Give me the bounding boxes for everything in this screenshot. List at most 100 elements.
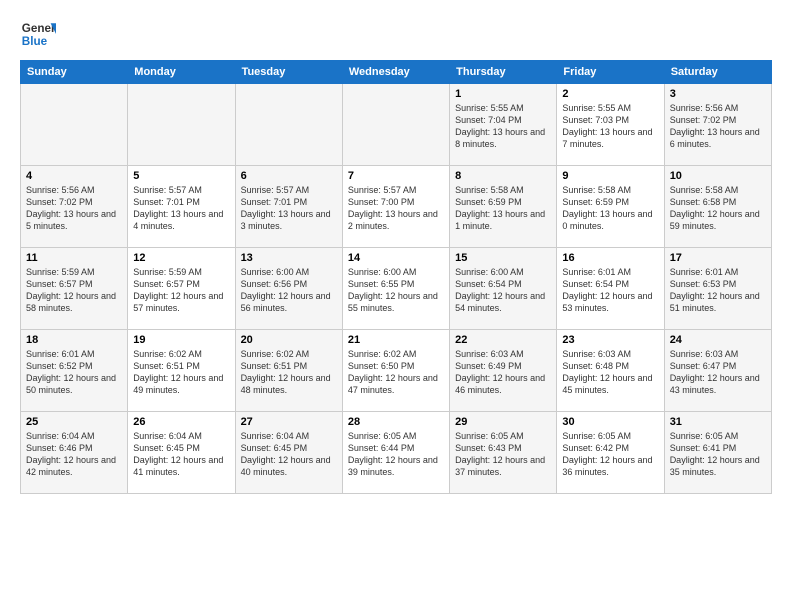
calendar-cell: 30 Sunrise: 6:05 AM Sunset: 6:42 PM Dayl… — [557, 412, 664, 494]
day-number: 2 — [562, 88, 658, 100]
calendar-cell: 11 Sunrise: 5:59 AM Sunset: 6:57 PM Dayl… — [21, 248, 128, 330]
sunrise: Sunrise: 6:03 AM — [670, 349, 739, 359]
day-number: 29 — [455, 416, 551, 428]
day-number: 10 — [670, 170, 766, 182]
sunrise: Sunrise: 6:05 AM — [348, 431, 417, 441]
day-info: Sunrise: 5:58 AM Sunset: 6:59 PM Dayligh… — [455, 184, 551, 233]
daylight: Daylight: 12 hours and 55 minutes. — [348, 291, 438, 313]
daylight: Daylight: 12 hours and 42 minutes. — [26, 455, 116, 477]
day-info: Sunrise: 6:02 AM Sunset: 6:51 PM Dayligh… — [133, 348, 229, 397]
sunrise: Sunrise: 5:58 AM — [670, 185, 739, 195]
svg-text:General: General — [22, 22, 56, 35]
daylight: Daylight: 12 hours and 50 minutes. — [26, 373, 116, 395]
daylight: Daylight: 12 hours and 41 minutes. — [133, 455, 223, 477]
calendar-cell — [342, 84, 449, 166]
sunrise: Sunrise: 6:04 AM — [241, 431, 310, 441]
day-info: Sunrise: 6:02 AM Sunset: 6:50 PM Dayligh… — [348, 348, 444, 397]
sunrise: Sunrise: 5:57 AM — [348, 185, 417, 195]
sunset: Sunset: 7:02 PM — [670, 115, 737, 125]
calendar-week-row: 1 Sunrise: 5:55 AM Sunset: 7:04 PM Dayli… — [21, 84, 772, 166]
day-number: 24 — [670, 334, 766, 346]
daylight: Daylight: 12 hours and 49 minutes. — [133, 373, 223, 395]
day-number: 11 — [26, 252, 122, 264]
daylight: Daylight: 12 hours and 45 minutes. — [562, 373, 652, 395]
calendar-table: SundayMondayTuesdayWednesdayThursdayFrid… — [20, 60, 772, 494]
day-info: Sunrise: 5:56 AM Sunset: 7:02 PM Dayligh… — [26, 184, 122, 233]
day-info: Sunrise: 6:01 AM Sunset: 6:54 PM Dayligh… — [562, 266, 658, 315]
daylight: Daylight: 13 hours and 0 minutes. — [562, 209, 652, 231]
sunrise: Sunrise: 6:01 AM — [670, 267, 739, 277]
sunrise: Sunrise: 5:57 AM — [133, 185, 202, 195]
day-info: Sunrise: 6:01 AM Sunset: 6:53 PM Dayligh… — [670, 266, 766, 315]
sunrise: Sunrise: 6:04 AM — [26, 431, 95, 441]
day-info: Sunrise: 6:04 AM Sunset: 6:45 PM Dayligh… — [133, 430, 229, 479]
day-number: 19 — [133, 334, 229, 346]
sunrise: Sunrise: 5:55 AM — [455, 103, 524, 113]
sunset: Sunset: 6:48 PM — [562, 361, 629, 371]
day-info: Sunrise: 6:04 AM Sunset: 6:45 PM Dayligh… — [241, 430, 337, 479]
daylight: Daylight: 12 hours and 39 minutes. — [348, 455, 438, 477]
day-number: 6 — [241, 170, 337, 182]
sunrise: Sunrise: 6:05 AM — [455, 431, 524, 441]
calendar-cell: 21 Sunrise: 6:02 AM Sunset: 6:50 PM Dayl… — [342, 330, 449, 412]
day-number: 5 — [133, 170, 229, 182]
day-number: 12 — [133, 252, 229, 264]
calendar-cell: 1 Sunrise: 5:55 AM Sunset: 7:04 PM Dayli… — [450, 84, 557, 166]
calendar-cell: 18 Sunrise: 6:01 AM Sunset: 6:52 PM Dayl… — [21, 330, 128, 412]
sunrise: Sunrise: 5:56 AM — [26, 185, 95, 195]
daylight: Daylight: 12 hours and 59 minutes. — [670, 209, 760, 231]
day-number: 26 — [133, 416, 229, 428]
calendar-cell: 10 Sunrise: 5:58 AM Sunset: 6:58 PM Dayl… — [664, 166, 771, 248]
sunrise: Sunrise: 6:05 AM — [562, 431, 631, 441]
daylight: Daylight: 12 hours and 48 minutes. — [241, 373, 331, 395]
sunset: Sunset: 6:55 PM — [348, 279, 415, 289]
sunset: Sunset: 6:42 PM — [562, 443, 629, 453]
day-number: 14 — [348, 252, 444, 264]
sunset: Sunset: 6:45 PM — [133, 443, 200, 453]
sunset: Sunset: 6:43 PM — [455, 443, 522, 453]
day-number: 25 — [26, 416, 122, 428]
sunset: Sunset: 6:47 PM — [670, 361, 737, 371]
calendar-cell: 31 Sunrise: 6:05 AM Sunset: 6:41 PM Dayl… — [664, 412, 771, 494]
weekday-header: Friday — [557, 61, 664, 84]
day-info: Sunrise: 6:00 AM Sunset: 6:56 PM Dayligh… — [241, 266, 337, 315]
calendar-cell: 26 Sunrise: 6:04 AM Sunset: 6:45 PM Dayl… — [128, 412, 235, 494]
daylight: Daylight: 13 hours and 5 minutes. — [26, 209, 116, 231]
day-info: Sunrise: 6:05 AM Sunset: 6:41 PM Dayligh… — [670, 430, 766, 479]
day-info: Sunrise: 5:59 AM Sunset: 6:57 PM Dayligh… — [133, 266, 229, 315]
sunset: Sunset: 6:41 PM — [670, 443, 737, 453]
calendar-cell: 19 Sunrise: 6:02 AM Sunset: 6:51 PM Dayl… — [128, 330, 235, 412]
sunrise: Sunrise: 6:03 AM — [562, 349, 631, 359]
logo-icon: General Blue — [20, 16, 56, 52]
daylight: Daylight: 12 hours and 47 minutes. — [348, 373, 438, 395]
daylight: Daylight: 12 hours and 43 minutes. — [670, 373, 760, 395]
sunset: Sunset: 6:50 PM — [348, 361, 415, 371]
page-header: General Blue — [20, 16, 772, 52]
day-info: Sunrise: 5:56 AM Sunset: 7:02 PM Dayligh… — [670, 102, 766, 151]
day-info: Sunrise: 6:05 AM Sunset: 6:44 PM Dayligh… — [348, 430, 444, 479]
weekday-header: Tuesday — [235, 61, 342, 84]
sunrise: Sunrise: 6:01 AM — [26, 349, 95, 359]
weekday-header-row: SundayMondayTuesdayWednesdayThursdayFrid… — [21, 61, 772, 84]
sunset: Sunset: 7:03 PM — [562, 115, 629, 125]
day-number: 9 — [562, 170, 658, 182]
day-info: Sunrise: 6:03 AM Sunset: 6:49 PM Dayligh… — [455, 348, 551, 397]
calendar-cell: 8 Sunrise: 5:58 AM Sunset: 6:59 PM Dayli… — [450, 166, 557, 248]
day-info: Sunrise: 6:05 AM Sunset: 6:43 PM Dayligh… — [455, 430, 551, 479]
sunrise: Sunrise: 6:04 AM — [133, 431, 202, 441]
daylight: Daylight: 12 hours and 35 minutes. — [670, 455, 760, 477]
daylight: Daylight: 12 hours and 40 minutes. — [241, 455, 331, 477]
svg-text:Blue: Blue — [22, 35, 48, 48]
daylight: Daylight: 12 hours and 51 minutes. — [670, 291, 760, 313]
calendar-cell: 9 Sunrise: 5:58 AM Sunset: 6:59 PM Dayli… — [557, 166, 664, 248]
day-number: 4 — [26, 170, 122, 182]
day-number: 18 — [26, 334, 122, 346]
calendar-cell: 29 Sunrise: 6:05 AM Sunset: 6:43 PM Dayl… — [450, 412, 557, 494]
day-number: 21 — [348, 334, 444, 346]
daylight: Daylight: 13 hours and 3 minutes. — [241, 209, 331, 231]
sunrise: Sunrise: 5:59 AM — [26, 267, 95, 277]
sunrise: Sunrise: 5:59 AM — [133, 267, 202, 277]
daylight: Daylight: 13 hours and 4 minutes. — [133, 209, 223, 231]
sunrise: Sunrise: 6:05 AM — [670, 431, 739, 441]
calendar-cell: 2 Sunrise: 5:55 AM Sunset: 7:03 PM Dayli… — [557, 84, 664, 166]
